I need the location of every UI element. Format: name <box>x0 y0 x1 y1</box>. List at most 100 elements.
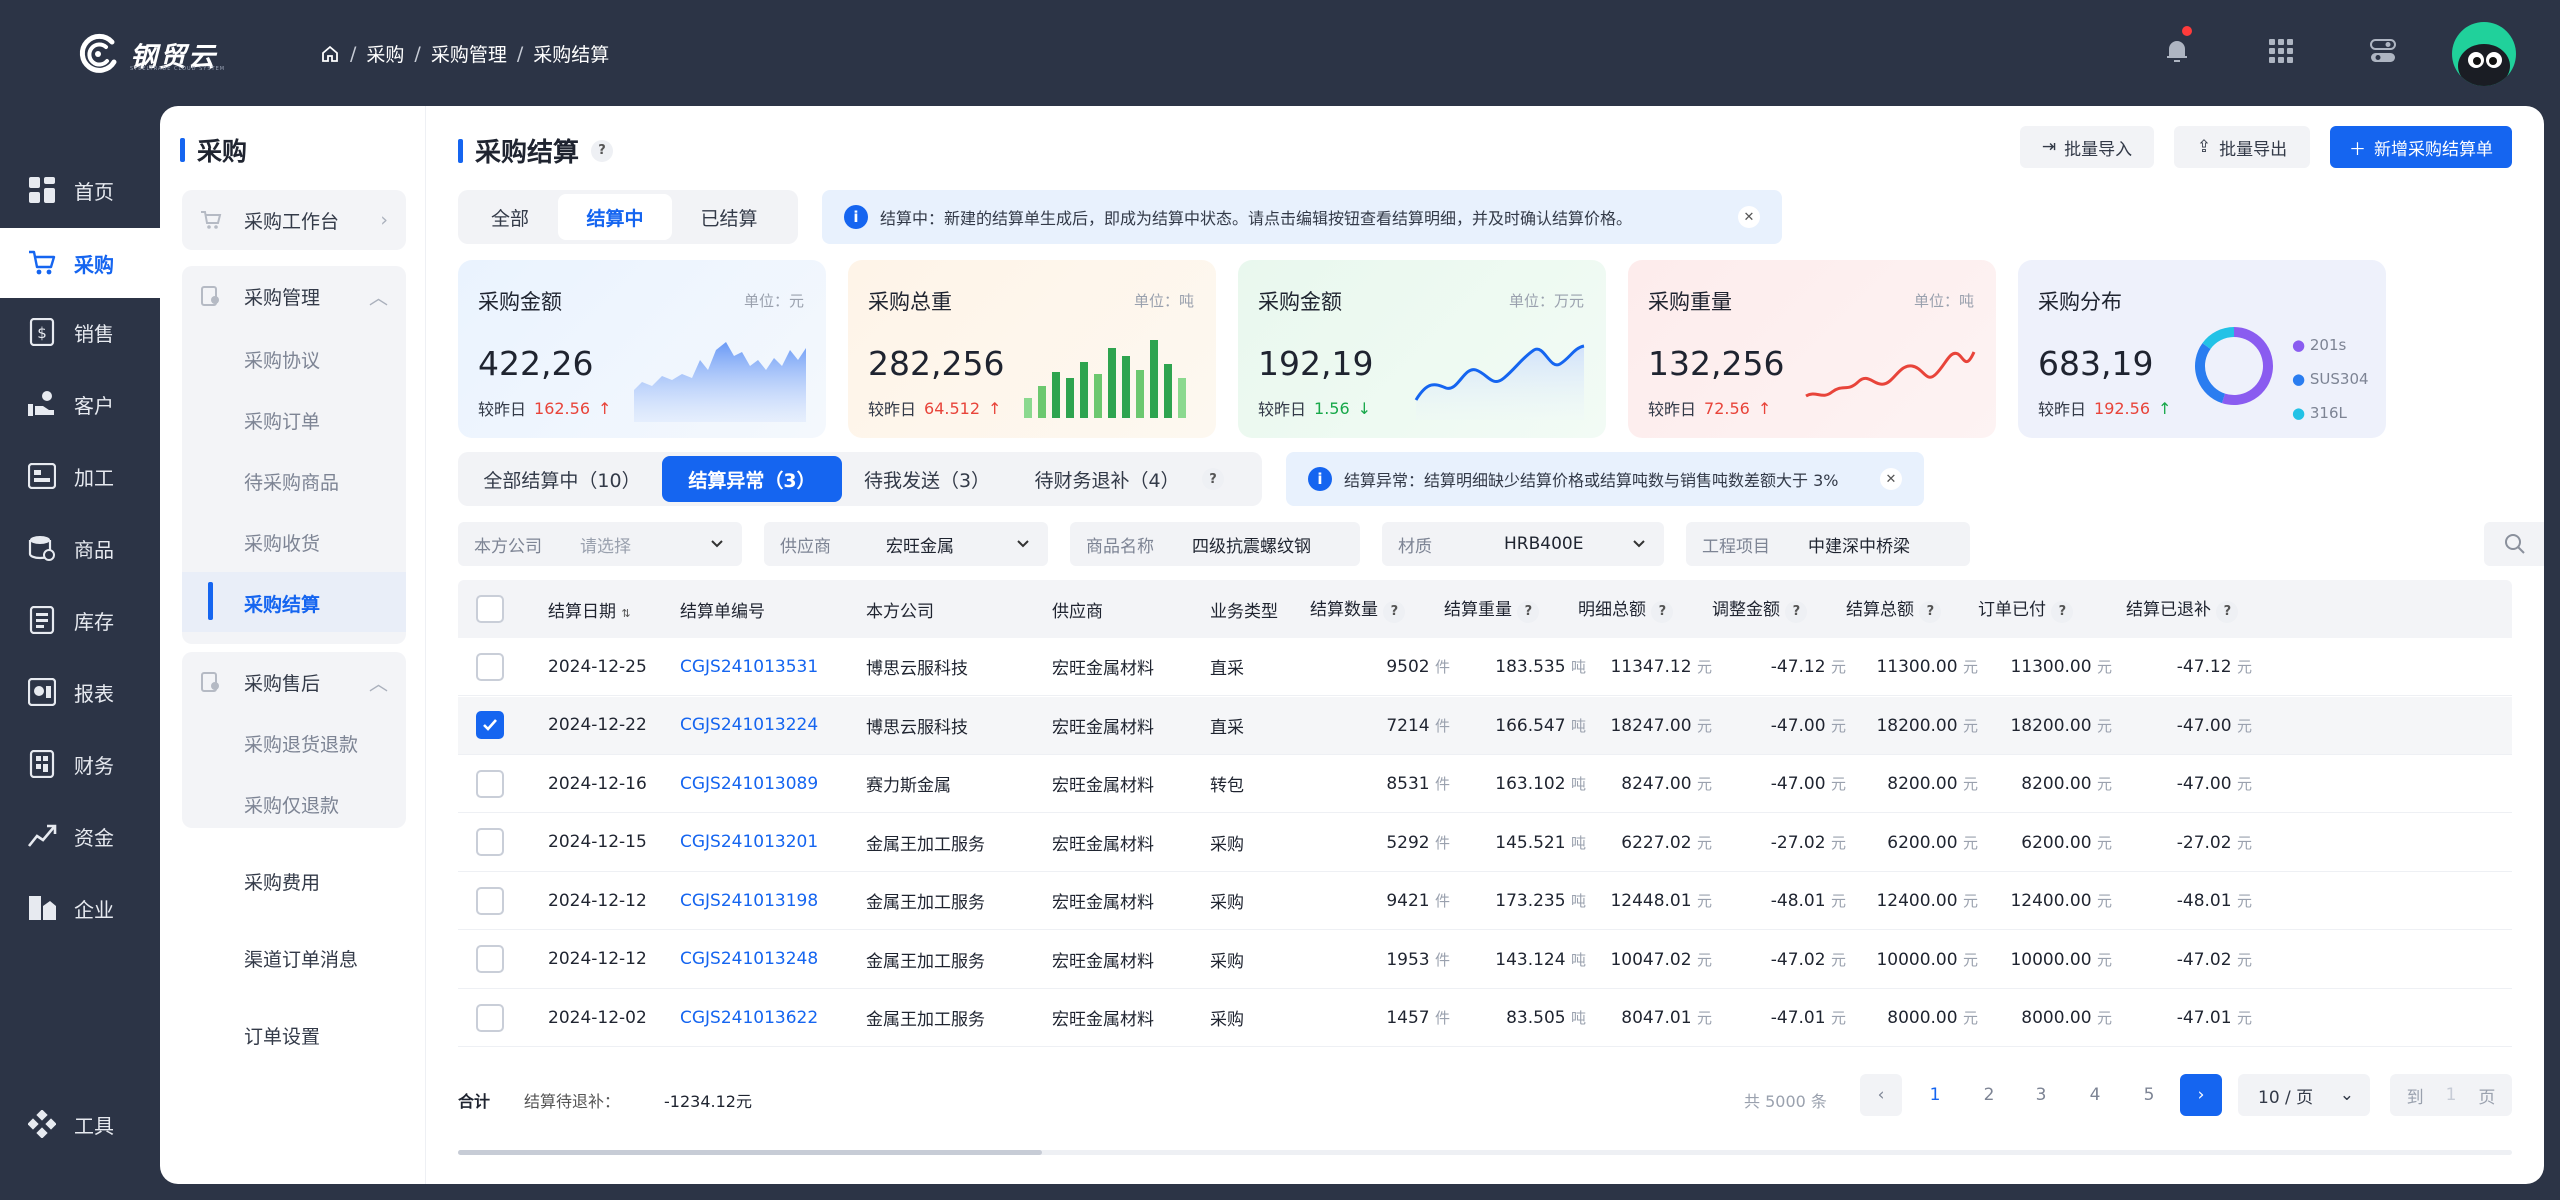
settlement-no-link[interactable]: CGJS241013224 <box>680 715 818 735</box>
cart-icon <box>26 247 58 279</box>
cart-icon <box>201 211 222 229</box>
close-icon[interactable]: ✕ <box>1738 206 1760 228</box>
nav-item-inventory[interactable]: 库存 <box>0 588 160 652</box>
table-row[interactable]: 2024-12-22 CGJS241013224 博思云服科技 宏旺金属材料 直… <box>458 696 2512 755</box>
row-checkbox[interactable] <box>476 945 504 973</box>
close-icon[interactable]: ✕ <box>1880 468 1902 490</box>
settlement-no-link[interactable]: CGJS241013089 <box>680 774 818 794</box>
sub-item-order-settings[interactable]: 订单设置 <box>244 1022 320 1049</box>
home-icon[interactable] <box>320 44 340 64</box>
sub-item-fees[interactable]: 采购费用 <box>244 868 320 895</box>
table-row[interactable]: 2024-12-12 CGJS241013248 金属王加工服务 宏旺金属材料 … <box>458 931 2512 989</box>
inventory-icon <box>26 604 58 636</box>
info-notice: i 结算中：新建的结算单生成后，即成为结算中状态。请点击编辑按钮查看结算明细，并… <box>822 190 1782 244</box>
sub-item-refund-only[interactable]: 采购仅退款 <box>244 791 339 818</box>
tab-all-settling[interactable]: 全部结算中（10） <box>462 456 662 502</box>
pending-label: 结算待退补： <box>524 1092 621 1111</box>
bell-icon[interactable] <box>2160 26 2194 68</box>
customer-icon <box>26 388 58 420</box>
row-checkbox[interactable] <box>476 1003 504 1032</box>
filter-company[interactable]: 本方公司 请选择 <box>458 522 742 566</box>
tab-settling[interactable]: 结算中 <box>558 194 672 240</box>
new-settlement-button[interactable]: ＋新增采购结算单 <box>2330 126 2512 168</box>
page-size-select[interactable]: 10 / 页 ⌄ <box>2238 1074 2370 1116</box>
prev-page-button[interactable]: ‹ <box>1860 1074 1902 1116</box>
table-row[interactable]: 2024-12-16 CGJS241013089 赛力斯金属 宏旺金属材料 转包… <box>458 755 2512 813</box>
next-page-button[interactable]: › <box>2180 1074 2222 1116</box>
table-header: 结算日期 ⇅ 结算单编号 本方公司 供应商 业务类型 结算数量 ? 结算重量 ?… <box>458 580 2512 638</box>
sub-item-pending-goods[interactable]: 待采购商品 <box>244 468 339 495</box>
nav-item-tools[interactable]: 工具 <box>0 1092 160 1156</box>
tab-abnormal[interactable]: 结算异常（3） <box>662 456 842 502</box>
settlement-no-link[interactable]: CGJS241013201 <box>680 832 818 852</box>
page-button[interactable]: 4 <box>2074 1074 2116 1116</box>
bar-sparkline <box>1024 340 1186 418</box>
row-checkbox[interactable] <box>476 886 504 915</box>
avatar[interactable] <box>2452 22 2516 86</box>
sub-item-aftersale[interactable]: 采购售后 ︿ <box>182 652 406 712</box>
page-button[interactable]: 3 <box>2020 1074 2062 1116</box>
nav-item-funds[interactable]: 资金 <box>0 804 160 868</box>
tab-to-send[interactable]: 待我发送（3） <box>842 456 1012 502</box>
tab-all[interactable]: 全部 <box>462 194 558 240</box>
sub-item-channel-msg[interactable]: 渠道订单消息 <box>244 945 358 972</box>
import-button[interactable]: ⇥ 批量导入 <box>2020 126 2154 168</box>
page-button[interactable]: 5 <box>2128 1074 2170 1116</box>
sub-item-management[interactable]: 采购管理 ︿ <box>182 266 406 326</box>
apps-grid-icon[interactable] <box>2264 34 2298 68</box>
filter-project[interactable]: 工程项目 中建深中桥梁 <box>1686 522 1970 566</box>
row-checkbox[interactable] <box>476 828 504 856</box>
sub-item-workbench[interactable]: 采购工作台 › <box>182 190 406 250</box>
search-icon[interactable] <box>2504 533 2526 555</box>
breadcrumb-item[interactable]: 采购管理 <box>431 40 507 67</box>
help-icon: ? <box>1919 600 1942 623</box>
notification-dot <box>2182 26 2192 36</box>
page-button[interactable]: 2 <box>1968 1074 2010 1116</box>
breadcrumb-item[interactable]: 采购 <box>366 40 404 67</box>
row-checkbox[interactable] <box>476 711 504 739</box>
export-button[interactable]: ⇪ 批量导出 <box>2174 126 2310 168</box>
sub-item-agreement[interactable]: 采购协议 <box>244 346 320 373</box>
table-row[interactable]: 2024-12-02 CGJS241013622 金属王加工服务 宏旺金属材料 … <box>458 989 2512 1047</box>
goto-input[interactable]: 1 <box>2446 1085 2457 1105</box>
table-row[interactable]: 2024-12-12 CGJS241013198 金属王加工服务 宏旺金属材料 … <box>458 872 2512 930</box>
scrollbar-thumb[interactable] <box>458 1150 1042 1155</box>
settlement-no-link[interactable]: CGJS241013531 <box>680 657 818 677</box>
goto-page[interactable]: 到1页 <box>2390 1074 2512 1116</box>
table-row[interactable]: 2024-12-25 CGJS241013531 博思云服科技 宏旺金属材料 直… <box>458 638 2512 696</box>
help-icon[interactable]: ? <box>1202 468 1224 490</box>
sub-item-receipt[interactable]: 采购收货 <box>244 529 320 556</box>
page-title: 采购结算? <box>458 132 614 169</box>
tab-settled[interactable]: 已结算 <box>672 194 786 240</box>
help-icon[interactable]: ? <box>591 139 614 162</box>
nav-item-enterprise[interactable]: 企业 <box>0 876 160 940</box>
dollar-doc-icon: $ <box>26 316 58 348</box>
table-row[interactable]: 2024-12-15 CGJS241013201 金属王加工服务 宏旺金属材料 … <box>458 814 2512 872</box>
nav-item-sales[interactable]: $ 销售 <box>0 300 160 364</box>
row-checkbox[interactable] <box>476 652 504 681</box>
nav-item-purchase[interactable]: 采购 <box>0 228 160 298</box>
info-icon: i <box>1308 467 1332 491</box>
nav-item-customer[interactable]: 客户 <box>0 372 160 436</box>
page-button[interactable]: 1 <box>1914 1074 1956 1116</box>
filter-supplier[interactable]: 供应商 宏旺金属 <box>764 522 1048 566</box>
row-checkbox[interactable] <box>476 769 504 798</box>
settlement-no-link[interactable]: CGJS241013622 <box>680 1008 818 1028</box>
nav-item-report[interactable]: 报表 <box>0 660 160 724</box>
nav-item-goods[interactable]: 商品 <box>0 516 160 580</box>
nav-item-finance[interactable]: 财务 <box>0 732 160 796</box>
content-panel: 采购 采购工作台 › 采购管理 ︿ 采购协议 采购订单 待采购商品 采购收货 采… <box>160 106 2544 1184</box>
sub-item-settlement[interactable]: 采购结算 <box>244 590 320 617</box>
filter-material[interactable]: 材质 HRB400E <box>1382 522 1664 566</box>
select-all-checkbox[interactable] <box>476 595 504 623</box>
sub-item-return-refund[interactable]: 采购退货退款 <box>244 730 358 757</box>
nav-item-process[interactable]: 加工 <box>0 444 160 508</box>
filter-product[interactable]: 商品名称 四级抗震螺纹钢 <box>1070 522 1360 566</box>
nav-item-home[interactable]: 首页 <box>0 158 160 222</box>
app-logo[interactable]: 钢贸云 STEELTRADE CLOUD SYSTEM <box>76 32 224 76</box>
sub-item-order[interactable]: 采购订单 <box>244 407 320 434</box>
settlement-no-link[interactable]: CGJS241013198 <box>680 891 818 911</box>
settings-toggle-icon[interactable] <box>2366 34 2400 68</box>
settlement-no-link[interactable]: CGJS241013248 <box>680 949 818 969</box>
tab-finance-refund[interactable]: 待财务退补（4） <box>1012 456 1202 502</box>
